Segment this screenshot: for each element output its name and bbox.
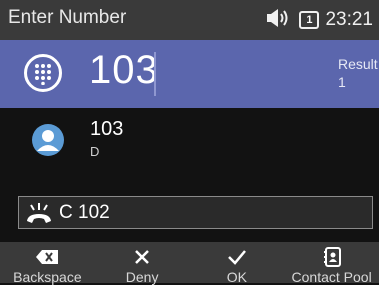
dialpad-icon (24, 54, 62, 92)
contact-pool-button[interactable]: Contact Pool (284, 242, 379, 285)
contact-name: 103 (90, 118, 124, 140)
active-call-bar[interactable]: C 102 (18, 196, 373, 229)
contact-detail: D (90, 144, 100, 159)
ok-button[interactable]: OK (190, 242, 285, 285)
backspace-button[interactable]: Backspace (0, 242, 95, 285)
contacts-icon (284, 247, 379, 267)
clock: 23:21 (325, 9, 373, 30)
dialed-number-field[interactable]: 103 (89, 48, 159, 93)
deny-button[interactable]: Deny (95, 242, 190, 285)
active-call-label: C 102 (59, 202, 110, 223)
result-label: Result (338, 56, 378, 72)
status-bar: Enter Number 1 23:21 (0, 0, 379, 40)
softkey-bar: Backspace Deny OK Contact Pool (0, 242, 379, 285)
avatar (32, 124, 64, 156)
close-icon (95, 248, 190, 266)
status-indicators: 1 23:21 (265, 6, 373, 34)
list-item[interactable]: 103 D (0, 112, 379, 162)
speaker-volume-icon (265, 7, 293, 34)
line-indicator-icon: 1 (299, 11, 320, 29)
check-icon (190, 248, 285, 266)
backspace-icon (0, 248, 95, 266)
incoming-call-icon (25, 201, 53, 230)
number-input-area[interactable]: 103 Result 1 (0, 40, 379, 108)
result-count: 1 (338, 74, 346, 90)
screen-title: Enter Number (8, 7, 127, 28)
text-cursor (154, 52, 156, 96)
